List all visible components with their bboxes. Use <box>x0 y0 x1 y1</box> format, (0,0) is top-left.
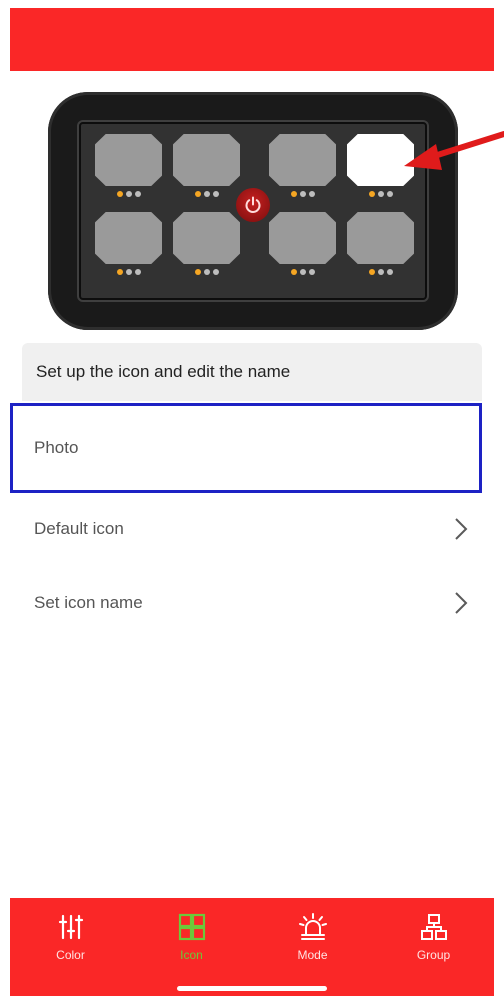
sliders-icon <box>58 914 83 940</box>
home-indicator <box>177 986 327 991</box>
switch-key-2[interactable] <box>173 134 240 197</box>
tab-group[interactable]: Group <box>373 898 494 978</box>
switch-panel-face <box>79 122 427 300</box>
default-icon-option[interactable]: Default icon <box>10 498 482 560</box>
switch-key-1[interactable] <box>95 134 162 197</box>
section-header: Set up the icon and edit the name <box>22 343 482 401</box>
switch-key-7[interactable] <box>269 212 336 275</box>
network-icon <box>420 914 447 940</box>
tab-mode[interactable]: Mode <box>252 898 373 978</box>
set-icon-name-option[interactable]: Set icon name <box>10 572 482 634</box>
power-button[interactable] <box>236 188 270 222</box>
switch-key-3[interactable] <box>269 134 336 197</box>
switch-key-5[interactable] <box>95 212 162 275</box>
switch-key-6[interactable] <box>173 212 240 275</box>
siren-icon <box>298 913 327 940</box>
tab-icon[interactable]: Icon <box>131 898 252 978</box>
switch-key-8[interactable] <box>347 212 414 275</box>
red-arrow-icon <box>404 131 504 170</box>
tab-mode-label: Mode <box>297 948 328 962</box>
top-header-bar <box>10 8 494 71</box>
bottom-tab-bar: Color Icon Mode Group <box>10 898 494 996</box>
set-icon-name-option-label: Set icon name <box>34 593 143 612</box>
chevron-right-icon <box>455 592 468 614</box>
switch-panel-preview <box>48 92 458 330</box>
power-icon <box>245 196 261 213</box>
tab-group-label: Group <box>416 948 451 962</box>
photo-option-label: Photo <box>34 438 79 457</box>
default-icon-option-label: Default icon <box>34 519 124 538</box>
photo-option[interactable]: Photo <box>10 403 482 493</box>
tab-color[interactable]: Color <box>10 898 131 978</box>
tab-icon-label: Icon <box>180 948 203 962</box>
grid-icon <box>178 913 205 941</box>
tab-color-label: Color <box>56 948 85 962</box>
chevron-right-icon <box>455 518 468 540</box>
